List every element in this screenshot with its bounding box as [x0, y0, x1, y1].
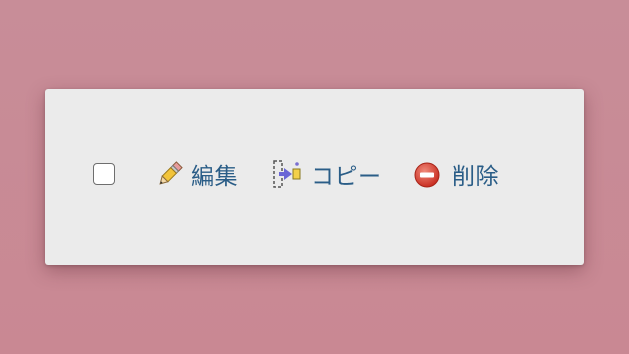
action-panel: 編集 コピー 削除: [45, 89, 584, 265]
delete-label: 削除: [452, 164, 499, 190]
delete-icon: [412, 159, 442, 189]
copy-label: コピー: [311, 164, 382, 190]
delete-button[interactable]: 削除: [412, 157, 499, 191]
edit-label: 編集: [191, 164, 238, 190]
row-actions: 編集 コピー 削除: [45, 89, 584, 265]
edit-button[interactable]: 編集: [155, 157, 238, 191]
select-checkbox[interactable]: [93, 163, 115, 185]
copy-button[interactable]: コピー: [271, 157, 382, 191]
pencil-icon: [155, 159, 185, 189]
copy-icon: [271, 159, 303, 189]
